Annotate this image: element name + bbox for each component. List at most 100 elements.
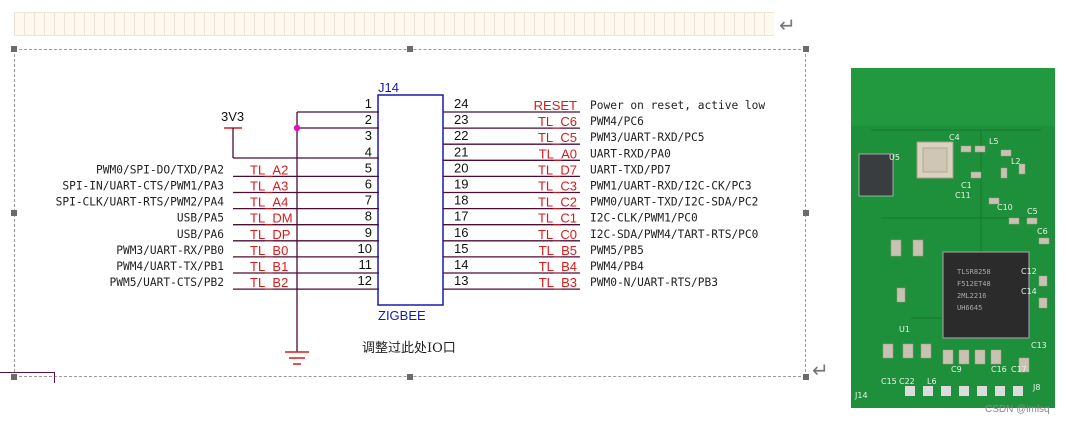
pin-function: PWM5/UART-CTS/PB2: [109, 276, 224, 289]
right-pin-row: 13 TL_B3 PWM0-N/UART-RTS/PB3: [443, 273, 718, 290]
silk-label: J14: [854, 391, 868, 400]
net-label: TL_B0: [250, 243, 288, 258]
net-label: TL_B1: [250, 259, 288, 274]
silk-label: C12: [1021, 267, 1037, 276]
junction-dot: [293, 124, 301, 132]
net-label: TL_C0: [538, 227, 577, 242]
right-pin-row: 19 TL_C3 PWM1/UART-RXD/I2C-CK/PC3: [443, 177, 752, 194]
chip-marking: TLSR8258: [957, 268, 991, 276]
antenna-area: [851, 68, 1055, 126]
net-label: TL_DM: [250, 211, 293, 226]
left-pin-row: 11 TL_B1 PWM4/UART-TX/PB1: [116, 257, 379, 274]
pin-function: USB/PA6: [177, 228, 224, 241]
pin-function: UART-TXD/PD7: [590, 163, 671, 176]
right-pin-row: 24 RESET Power on reset, active low: [443, 96, 765, 113]
net-label: TL_D7: [538, 162, 577, 177]
silk-label: C17: [1011, 365, 1027, 374]
pin-function: USB/PA5: [177, 212, 224, 225]
right-pin-row: 18 TL_C2 PWM0/UART-TXD/I2C-SDA/PC2: [443, 193, 758, 210]
pin-function: PWM3/UART-RXD/PC5: [590, 131, 705, 144]
connector-ref: J14: [378, 80, 399, 95]
net-label: TL_C6: [538, 114, 577, 129]
left-pin-row: 9 TL_DP USB/PA6: [177, 225, 379, 242]
chip-marking: 2ML2216: [957, 292, 987, 300]
right-pin-row: 21 TL_A0 UART-RXD/PA0: [443, 144, 671, 161]
left-pin-row: 12 TL_B2 PWM5/UART-CTS/PB2: [109, 273, 379, 290]
pin-number: 21: [454, 144, 468, 159]
silk-label: C14: [1021, 287, 1037, 296]
pin-function: PWM3/UART-RX/PB0: [116, 244, 224, 257]
pin-function: UART-RXD/PA0: [590, 147, 671, 160]
schematic-diagram: 12345TL_A2PWM0/SPI-DO/TXD/PA26TL_A3SPI-I…: [56, 80, 765, 365]
sensor-chip: [858, 153, 894, 197]
silk-label: C6: [1037, 227, 1048, 236]
pin-number: 13: [454, 273, 468, 288]
left-pin-row: 6 TL_A3 SPI-IN/UART-CTS/PWM1/PA3: [62, 177, 379, 194]
connector-body: [377, 94, 444, 306]
silk-label: C4: [949, 133, 960, 142]
zigbee-module-photo: TLSR8258 F512ET48 2ML2216 UH6645 U5 C1 L…: [851, 68, 1055, 408]
pin-number: 16: [454, 225, 468, 240]
chip-marking: F512ET48: [957, 280, 991, 288]
chip-marking: UH6645: [957, 304, 982, 312]
pin-function: PWM4/PC6: [590, 115, 644, 128]
pin-function: PWM0/UART-TXD/I2C-SDA/PC2: [590, 196, 758, 209]
pin-function: PWM4/UART-TX/PB1: [116, 260, 224, 273]
silk-label: C10: [997, 203, 1013, 212]
silk-label: C22: [899, 377, 915, 386]
pin-number: 18: [454, 193, 468, 208]
pin-number: 3: [365, 128, 372, 143]
pin-number: 4: [365, 144, 372, 159]
right-pin-row: 16 TL_C0 I2C-SDA/PWM4/TART-RTS/PC0: [443, 225, 759, 242]
pin-number: 12: [358, 273, 372, 288]
pin-function: SPI-IN/UART-CTS/PWM1/PA3: [62, 180, 224, 193]
left-pin-row: 2: [365, 112, 372, 127]
right-pin-row: 20 TL_D7 UART-TXD/PD7: [443, 160, 671, 177]
net-label: TL_DP: [250, 227, 290, 242]
net-label: TL_A2: [250, 162, 288, 177]
silk-label: L2: [1011, 157, 1021, 166]
net-label: TL_B4: [539, 259, 577, 274]
right-pin-row: 17 TL_C1 I2C-CLK/PWM1/PC0: [443, 209, 698, 226]
right-pin-row: 22 TL_C5 PWM3/UART-RXD/PC5: [443, 128, 705, 145]
power-port-icon: [224, 127, 379, 159]
pin-number: 6: [365, 177, 372, 192]
net-label: TL_C2: [538, 195, 577, 210]
net-label: TL_C1: [538, 211, 577, 226]
pin-number: 8: [365, 209, 372, 224]
pin-number: 14: [454, 257, 468, 272]
silk-label: L5: [989, 137, 999, 146]
net-label: TL_C3: [538, 179, 577, 194]
pin-function: PWM5/PB5: [590, 244, 644, 257]
power-label: 3V3: [221, 109, 244, 124]
net-label: TL_A0: [539, 146, 577, 161]
pin-function: PWM4/PB4: [590, 260, 644, 273]
left-pin-row: 1: [365, 96, 372, 111]
right-pin-row: 14 TL_B4 PWM4/PB4: [443, 257, 644, 274]
right-pin-row: 15 TL_B5 PWM5/PB5: [443, 241, 644, 258]
pin-number: 23: [454, 112, 468, 127]
pin-number: 7: [365, 193, 372, 208]
left-pin-row: 7 TL_A4 SPI-CLK/UART-RTS/PWM2/PA4: [56, 193, 379, 210]
pin-number: 2: [365, 112, 372, 127]
left-pin-row: 10 TL_B0 PWM3/UART-RX/PB0: [116, 241, 379, 258]
pin-number: 5: [365, 160, 372, 175]
net-label: TL_B3: [539, 275, 577, 290]
net-label: TL_B2: [250, 275, 288, 290]
net-label: TL_A3: [250, 179, 288, 194]
pin-number: 20: [454, 160, 468, 175]
pin-function: PWM0-N/UART-RTS/PB3: [590, 276, 718, 289]
silk-label: C11: [955, 191, 971, 200]
pin-function: PWM1/UART-RXD/I2C-CK/PC3: [590, 180, 752, 193]
pin-number: 10: [358, 241, 372, 256]
net-label: RESET: [534, 98, 577, 113]
silk-label: U5: [889, 153, 900, 162]
pin-function: I2C-SDA/PWM4/TART-RTS/PC0: [590, 228, 759, 241]
silk-label: C13: [1031, 341, 1047, 350]
right-pin-row: 23 TL_C6 PWM4/PC6: [443, 112, 644, 129]
pin-number: 24: [454, 96, 468, 111]
pin-function: PWM0/SPI-DO/TXD/PA2: [96, 163, 224, 176]
ground-symbol-icon: [285, 351, 309, 365]
silk-label: C1: [961, 181, 972, 190]
left-pin-row: 3: [365, 128, 372, 143]
